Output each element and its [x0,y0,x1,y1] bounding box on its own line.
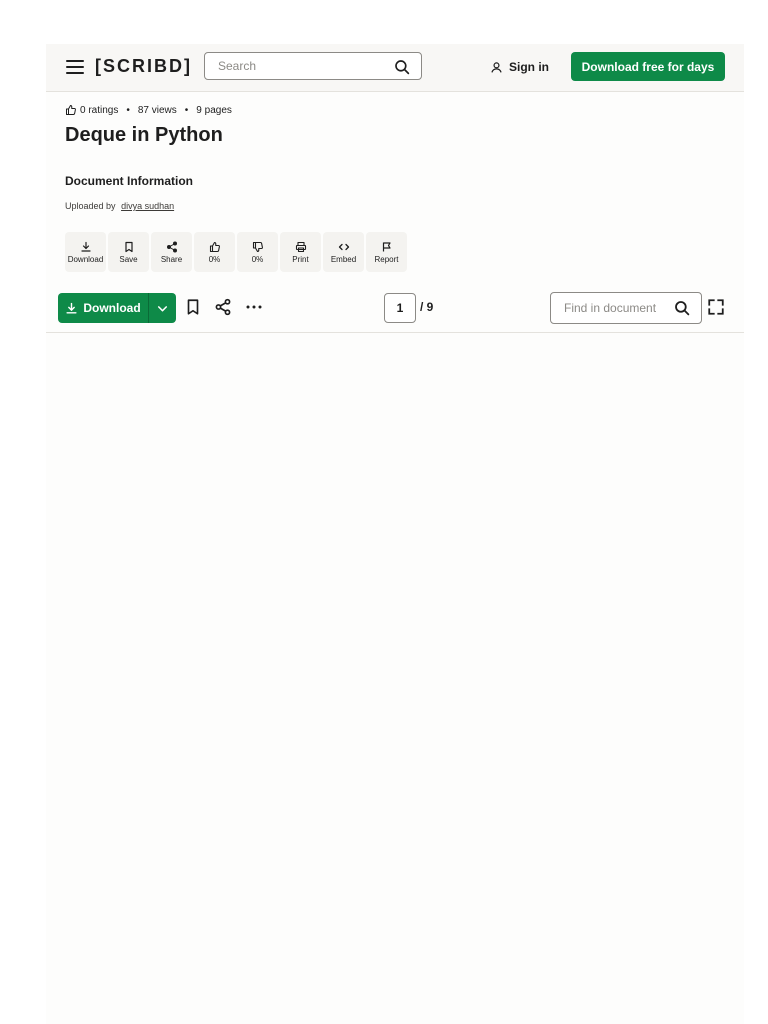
views-count: 87 views [137,104,177,116]
download-split-button: Download [58,293,176,323]
uploaded-by: Uploaded by divya sudhan [65,201,174,211]
document-stats: 0 ratings • 87 views • 9 pages [65,103,232,117]
embed-icon [338,243,349,250]
bookmark-icon [124,241,133,252]
like-percent: 0% [208,254,221,264]
download-button[interactable]: Download [58,293,148,323]
site-header: [SCRIBD] Sign in Download free for days [46,44,744,92]
thumbs-down-icon [252,241,263,252]
thumbs-up-icon [209,241,220,252]
page-total: / 9 [420,300,434,314]
action-label: Report [374,254,399,264]
download-icon [80,241,91,252]
ratings-count: 0 ratings [80,104,119,116]
chevron-down-icon [157,305,168,311]
action-share[interactable]: Share [151,232,192,272]
search-icon[interactable] [673,299,691,317]
download-free-button[interactable]: Download free for days [571,52,725,81]
sign-in-label: Sign in [509,60,549,74]
action-print[interactable]: Print [280,232,321,272]
search-input[interactable] [206,54,398,78]
separator-dot: • [126,104,130,116]
document-actions: Download Save Share 0% 0% Print Embed Re… [65,232,407,272]
action-label: Print [292,254,309,264]
download-button-label: Download [83,301,141,315]
action-like[interactable]: 0% [194,232,235,272]
more-options-icon[interactable] [245,298,263,316]
current-page-input[interactable]: 1 [384,293,416,323]
fullscreen-icon[interactable] [707,298,725,316]
page-count: 9 pages [196,104,232,116]
action-dislike[interactable]: 0% [237,232,278,272]
separator-dot: • [184,104,189,116]
user-icon [491,61,502,73]
find-in-document[interactable] [550,292,702,324]
menu-icon[interactable] [66,60,84,74]
scribd-logo[interactable]: [SCRIBD] [95,56,192,77]
action-label: Embed [330,254,357,264]
sign-in-link[interactable]: Sign in [490,58,549,76]
action-embed[interactable]: Embed [323,232,364,272]
action-download[interactable]: Download [65,232,106,272]
uploader-link[interactable]: divya sudhan [121,201,174,211]
download-options-button[interactable] [148,293,176,323]
action-save[interactable]: Save [108,232,149,272]
action-label: Download [67,254,104,264]
download-icon [66,302,77,314]
bookmark-icon[interactable] [184,298,202,316]
search-icon[interactable] [393,58,411,76]
action-report[interactable]: Report [366,232,407,272]
reader-toolbar: Download 1 / 9 [46,292,744,333]
document-title: Deque in Python [65,124,223,146]
dislike-percent: 0% [251,254,264,264]
print-icon [295,241,306,252]
share-icon [166,241,177,252]
find-input[interactable] [552,294,676,322]
uploaded-by-label: Uploaded by [65,201,116,211]
flag-icon [382,241,391,251]
action-label: Save [119,254,138,264]
action-label: Share [160,254,183,264]
search-box[interactable] [204,52,422,80]
document-viewer [46,333,744,1024]
share-icon[interactable] [214,298,232,316]
thumbs-up-icon [66,105,76,115]
page-frame: [SCRIBD] Sign in Download free for days … [46,44,744,1024]
document-info-heading: Document Information [65,174,193,188]
